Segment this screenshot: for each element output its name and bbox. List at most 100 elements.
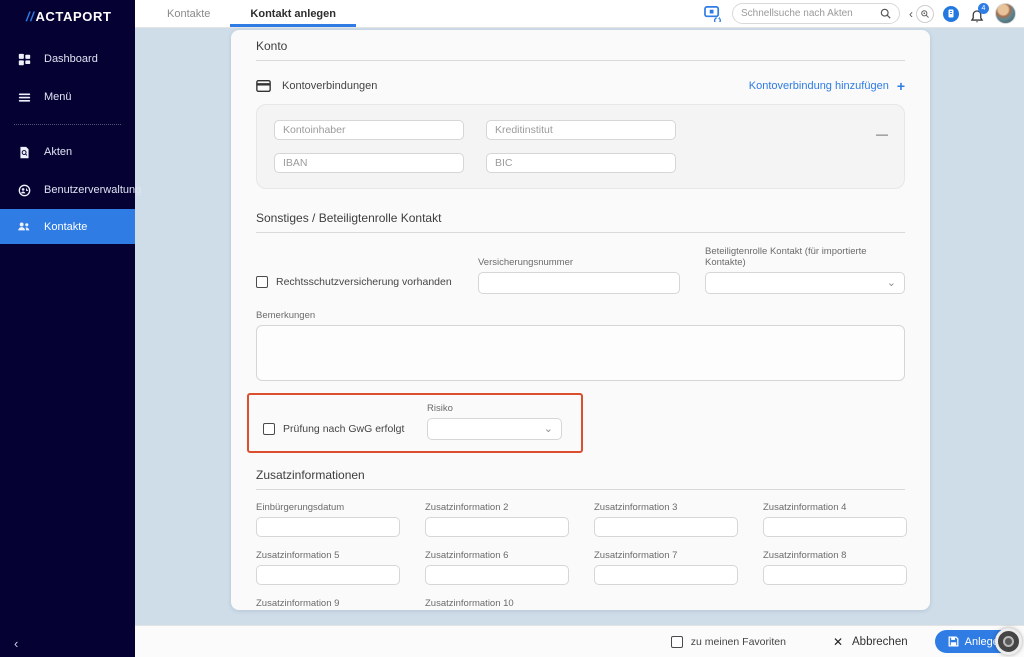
zusatz-grid: Einbürgerungsdatum Zusatzinformation 2 Z…: [256, 502, 905, 610]
zusatz-field: Zusatzinformation 8: [763, 550, 907, 585]
header-controls: ‹ 4: [704, 0, 1024, 27]
search-input[interactable]: [741, 8, 874, 19]
search-settings-icon[interactable]: [916, 5, 934, 23]
rechtsschutz-group: Rechtsschutzversicherung vorhanden: [256, 276, 478, 294]
zusatzinformation-3-input[interactable]: [594, 517, 738, 537]
zusatz-field: Zusatzinformation 5: [256, 550, 400, 585]
contacts-icon: [17, 220, 31, 234]
user-avatar[interactable]: [995, 3, 1016, 24]
bic-input[interactable]: [486, 153, 676, 173]
zusatzinformation-6-label: Zusatzinformation 6: [425, 550, 569, 561]
sidebar-item-dashboard[interactable]: Dashboard: [0, 40, 135, 78]
gwg-group: Prüfung nach GwG erfolgt: [263, 423, 427, 440]
top-header: Kontakte Kontakt anlegen ‹: [135, 0, 1024, 28]
einbuergerungsdatum-label: Einbürgerungsdatum: [256, 502, 400, 513]
close-icon: ✕: [833, 635, 843, 649]
chevron-down-icon: ⌄: [887, 276, 896, 289]
zusatzinformation-2-input[interactable]: [425, 517, 569, 537]
dashboard-icon: [17, 52, 31, 66]
gwg-annotation-box: Prüfung nach GwG erfolgt Risiko ⌄: [247, 393, 583, 453]
collapse-search-chevron[interactable]: ‹: [909, 7, 913, 21]
einbuergerungsdatum-input[interactable]: [256, 517, 400, 537]
app-logo: //ACTAPORT: [0, 0, 135, 24]
beteiligtenrolle-select[interactable]: ⌄: [705, 272, 905, 294]
iban-input[interactable]: [274, 153, 464, 173]
favorites-group: zu meinen Favoriten: [671, 636, 786, 648]
bemerkungen-label: Bemerkungen: [256, 310, 905, 321]
zusatzinformation-7-input[interactable]: [594, 565, 738, 585]
section-heading-konto: Konto: [256, 39, 905, 53]
zusatzinformation-4-label: Zusatzinformation 4: [763, 502, 907, 513]
sidebar-collapse-chevron[interactable]: ‹: [14, 637, 18, 650]
zusatzinformation-8-input[interactable]: [763, 565, 907, 585]
zusatzinformation-8-label: Zusatzinformation 8: [763, 550, 907, 561]
zusatzinformation-3-label: Zusatzinformation 3: [594, 502, 738, 513]
sidebar-item-label: Benutzerverwaltung: [44, 184, 141, 196]
sidebar-item-kontakte[interactable]: Kontakte: [0, 209, 135, 244]
beteiligtenrolle-group: Beteiligtenrolle Kontakt (für importiert…: [705, 246, 905, 294]
versicherungsnummer-label: Versicherungsnummer: [478, 257, 680, 268]
versicherungsnummer-group: Versicherungsnummer: [478, 257, 680, 294]
tab-kontakte[interactable]: Kontakte: [147, 0, 230, 27]
assistant-widget-icon[interactable]: [943, 6, 959, 22]
sidebar: //ACTAPORT Dashboard Menü Akten: [0, 0, 135, 657]
scan-sync-icon[interactable]: [704, 5, 723, 22]
add-kontoverbindung-link[interactable]: Kontoverbindung hinzufügen +: [749, 78, 905, 94]
kontoverbindungen-label: Kontoverbindungen: [282, 80, 377, 92]
notifications-bell-icon[interactable]: 4: [968, 4, 986, 24]
zusatzinformation-4-input[interactable]: [763, 517, 907, 537]
zusatz-field: Zusatzinformation 9: [256, 598, 400, 610]
zusatz-field: Zusatzinformation 7: [594, 550, 738, 585]
zusatz-field: Zusatzinformation 2: [425, 502, 569, 537]
zusatzinformation-5-input[interactable]: [256, 565, 400, 585]
favorites-checkbox[interactable]: [671, 636, 683, 648]
rechtsschutz-label: Rechtsschutzversicherung vorhanden: [276, 276, 452, 288]
screen-capture-overlay-icon[interactable]: [995, 628, 1022, 655]
bank-row-2: [274, 153, 887, 173]
kontoverbindungen-row: Kontoverbindungen Kontoverbindung hinzuf…: [256, 78, 905, 94]
section-divider: [256, 232, 905, 233]
zusatzinformation-2-label: Zusatzinformation 2: [425, 502, 569, 513]
risiko-group: Risiko ⌄: [427, 403, 562, 440]
cancel-label: Abbrechen: [852, 636, 908, 648]
section-divider: [256, 489, 905, 490]
bemerkungen-textarea[interactable]: [256, 325, 905, 381]
beteiligtenrolle-label: Beteiligtenrolle Kontakt (für importiert…: [705, 246, 905, 268]
kontoinhaber-input[interactable]: [274, 120, 464, 140]
credit-card-icon: [256, 80, 271, 92]
sidebar-item-label: Dashboard: [44, 53, 98, 65]
gwg-label: Prüfung nach GwG erfolgt: [283, 423, 404, 435]
sonstiges-row: Rechtsschutzversicherung vorhanden Versi…: [256, 246, 905, 294]
kreditinstitut-input[interactable]: [486, 120, 676, 140]
app-window: //ACTAPORT Dashboard Menü Akten: [0, 0, 1024, 657]
section-heading-zusatz: Zusatzinformationen: [256, 468, 905, 482]
versicherungsnummer-input[interactable]: [478, 272, 680, 294]
rechtsschutz-checkbox[interactable]: [256, 276, 268, 288]
zusatzinformation-6-input[interactable]: [425, 565, 569, 585]
save-icon: [948, 636, 959, 647]
zusatzinformation-10-label: Zusatzinformation 10: [425, 598, 569, 609]
gwg-checkbox[interactable]: [263, 423, 275, 435]
sidebar-item-akten[interactable]: Akten: [0, 133, 135, 171]
sidebar-nav: Dashboard Menü Akten Benutzerverwaltung: [0, 40, 135, 244]
sidebar-item-benutzerverwaltung[interactable]: Benutzerverwaltung: [0, 171, 135, 209]
notification-count-badge: 4: [978, 3, 989, 14]
action-footer: zu meinen Favoriten ✕ Abbrechen Anlegen: [135, 625, 1024, 657]
logo-slashes-icon: //: [26, 9, 34, 24]
cancel-button[interactable]: ✕ Abbrechen: [833, 635, 908, 649]
quick-search: [732, 3, 900, 24]
tab-kontakt-anlegen[interactable]: Kontakt anlegen: [230, 0, 356, 27]
zusatz-field: Einbürgerungsdatum: [256, 502, 400, 537]
risiko-select[interactable]: ⌄: [427, 418, 562, 440]
zusatz-field: Zusatzinformation 3: [594, 502, 738, 537]
risiko-label: Risiko: [427, 403, 562, 414]
search-icon[interactable]: [880, 8, 891, 19]
sidebar-item-menu[interactable]: Menü: [0, 78, 135, 116]
favorites-label: zu meinen Favoriten: [691, 636, 786, 648]
zusatz-field: Zusatzinformation 4: [763, 502, 907, 537]
hamburger-menu-icon: [17, 90, 31, 104]
file-search-icon: [17, 145, 31, 159]
remove-kontoverbindung-button[interactable]: —: [876, 127, 888, 141]
sidebar-item-label: Kontakte: [44, 221, 87, 233]
zusatz-field: Zusatzinformation 10: [425, 598, 569, 610]
